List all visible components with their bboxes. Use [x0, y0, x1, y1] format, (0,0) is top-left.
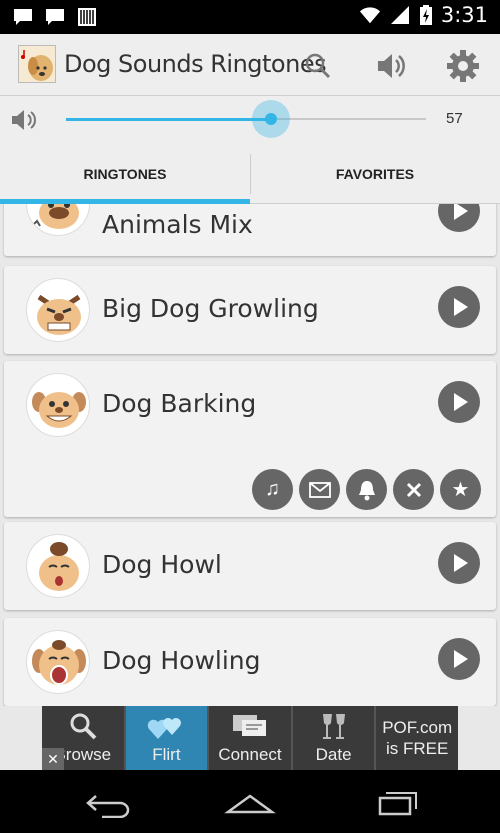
ad-close-button[interactable]: ✕ — [42, 748, 64, 770]
set-alarm-button[interactable] — [346, 469, 387, 510]
list-item[interactable]: Dog Howl — [4, 522, 496, 610]
dog-face-icon — [26, 630, 90, 694]
ad-connect[interactable]: Connect — [209, 706, 293, 770]
ringtone-list[interactable]: Animals Mix Big Dog Growling Dog Barking… — [0, 204, 500, 706]
set-ringtone-button[interactable]: ♫ — [252, 469, 293, 510]
play-button[interactable] — [438, 286, 480, 328]
close-icon — [406, 482, 421, 497]
list-item[interactable]: Big Dog Growling — [4, 266, 496, 354]
ad-label: Date — [315, 745, 352, 764]
home-icon[interactable] — [224, 788, 276, 818]
ringtone-name: Animals Mix — [102, 210, 253, 239]
clock: 3:31 — [440, 3, 488, 27]
remove-button[interactable] — [393, 469, 434, 510]
play-button[interactable] — [438, 204, 480, 232]
ringtone-name: Dog Barking — [102, 389, 257, 418]
status-bar: 3:31 — [0, 0, 500, 34]
wifi-icon — [359, 7, 380, 24]
ad-pof-line1: POF.com — [382, 718, 453, 737]
list-item[interactable]: Animals Mix — [4, 204, 496, 256]
hearts-icon — [148, 718, 182, 739]
magnifier-icon — [70, 713, 97, 740]
ringtone-name: Dog Howling — [102, 646, 261, 675]
envelope-icon — [308, 481, 331, 498]
action-bar: Dog Sounds Ringtones — [0, 34, 500, 96]
ringtone-actions: ♫ ★ — [252, 469, 481, 510]
volume-value: 57 — [446, 110, 463, 127]
ad-label: Flirt — [152, 745, 181, 764]
tab-bar: RINGTONES FAVORITES — [0, 144, 500, 204]
ad-date[interactable]: Date — [293, 706, 377, 770]
chat-notification-icon — [14, 9, 32, 25]
dog-face-icon — [26, 278, 90, 342]
list-item[interactable]: Dog Howling — [4, 618, 496, 706]
ad-pof-line2: is FREE — [386, 739, 449, 758]
set-notification-button[interactable] — [299, 469, 340, 510]
ad-label: Connect — [218, 745, 282, 764]
volume-slider-fill — [66, 118, 272, 121]
star-icon: ★ — [451, 479, 470, 501]
ringtone-name: Big Dog Growling — [102, 294, 319, 323]
speaker-icon — [12, 110, 36, 130]
barcode-notification-icon — [78, 8, 96, 26]
ad-pof[interactable]: POF.com is FREE — [376, 706, 458, 770]
list-item-expanded[interactable]: Dog Barking ♫ ★ — [4, 361, 496, 517]
ad-browse[interactable]: Browse ✕ — [42, 706, 126, 770]
music-note-icon: ♫ — [265, 478, 280, 500]
volume-icon[interactable] — [373, 48, 409, 84]
app-logo-icon — [18, 45, 56, 83]
volume-row: 57 — [0, 96, 500, 144]
ad-banner[interactable]: Browse ✕ Flirt Connect Date POF.com is F… — [42, 706, 458, 770]
ad-flirt[interactable]: Flirt — [125, 706, 210, 770]
ringtone-name: Dog Howl — [102, 550, 222, 579]
dog-face-icon — [26, 534, 90, 598]
bell-icon — [358, 480, 375, 500]
recent-apps-icon[interactable] — [370, 788, 422, 818]
dog-face-icon — [26, 373, 90, 437]
chat-icon — [232, 715, 266, 736]
dog-face-icon — [26, 204, 90, 236]
navigation-bar — [0, 770, 500, 833]
chat-notification-icon — [46, 9, 64, 25]
battery-charging-icon — [419, 5, 432, 25]
app-title: Dog Sounds Ringtones — [64, 50, 327, 78]
favorite-button[interactable]: ★ — [440, 469, 481, 510]
tab-favorites[interactable]: FAVORITES — [250, 144, 500, 203]
volume-slider[interactable] — [66, 100, 426, 138]
back-icon[interactable] — [80, 788, 132, 818]
play-button[interactable] — [438, 638, 480, 680]
wine-glasses-icon — [322, 714, 345, 739]
play-button[interactable] — [438, 542, 480, 584]
cell-signal-icon — [390, 6, 409, 24]
volume-slider-thumb[interactable] — [252, 100, 291, 138]
play-button[interactable] — [438, 381, 480, 423]
search-icon[interactable] — [300, 48, 336, 84]
gear-icon[interactable] — [445, 48, 481, 84]
tab-ringtones[interactable]: RINGTONES — [0, 144, 250, 204]
